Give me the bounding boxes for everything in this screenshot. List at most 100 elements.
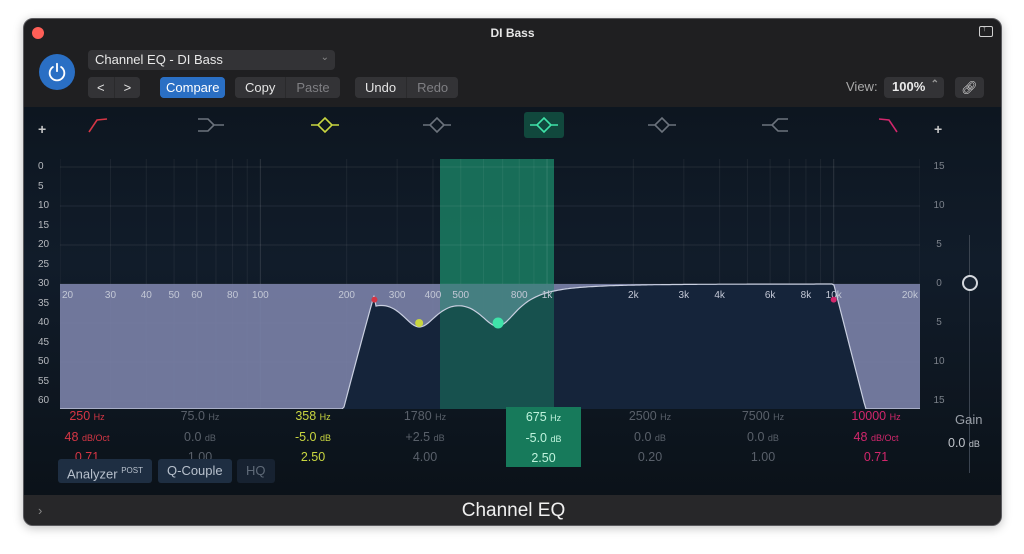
clipboard-group: Copy Paste <box>235 77 340 98</box>
frequency-label: 2k <box>628 290 640 301</box>
link-button[interactable]: 🔗︎ <box>955 77 984 98</box>
frequency-label: 50 <box>169 290 181 301</box>
previous-preset-button[interactable]: < <box>88 77 114 98</box>
db-scale-right-tick: 15 <box>933 161 945 172</box>
power-button[interactable] <box>39 54 75 90</box>
compare-button[interactable]: Compare <box>160 77 226 98</box>
db-scale-right-tick: 0 <box>936 278 942 289</box>
redo-button[interactable]: Redo <box>406 77 459 98</box>
band-gain[interactable]: 0.0 dB <box>718 428 808 449</box>
gain-number: 0.0 <box>948 436 966 450</box>
add-right-icon[interactable]: + <box>934 121 942 137</box>
gain-unit: dB <box>968 439 980 449</box>
db-scale-left-tick: 10 <box>38 200 50 211</box>
frequency-label: 800 <box>511 290 528 301</box>
band-gain[interactable]: 48 dB/Oct <box>831 428 921 449</box>
band-3-params: 358 Hz -5.0 dB 2.50 <box>268 407 358 468</box>
band-6-bell-icon[interactable] <box>642 112 682 138</box>
band-gain[interactable]: 48 dB/Oct <box>42 428 132 449</box>
power-icon <box>48 62 66 82</box>
band-2-low-shelf-icon[interactable] <box>192 112 232 138</box>
gain-label: Gain <box>955 412 983 427</box>
compare-group: Compare <box>160 77 226 98</box>
link-icon: 🔗︎ <box>961 80 978 95</box>
band-q[interactable]: 2.50 <box>268 448 358 468</box>
preset-nav-group: < > <box>88 77 141 98</box>
band-gain[interactable]: 0.0 dB <box>155 428 245 449</box>
history-group: Undo Redo <box>355 77 459 98</box>
band-5-bell-icon[interactable] <box>524 112 564 138</box>
band-7-params: 7500 Hz 0.0 dB 1.00 <box>718 407 808 468</box>
band-4-bell-icon[interactable] <box>417 112 457 138</box>
detach-icon[interactable] <box>979 23 993 37</box>
band-q[interactable]: 1.00 <box>718 448 808 468</box>
band-gain[interactable]: +2.5 dB <box>380 428 470 449</box>
band-q[interactable]: 0.71 <box>831 448 921 468</box>
band-frequency[interactable]: 2500 Hz <box>605 407 695 428</box>
db-scale-left-tick: 0 <box>38 161 44 172</box>
band-frequency[interactable]: 10000 Hz <box>831 407 921 428</box>
frequency-label: 200 <box>338 290 355 301</box>
band-q[interactable]: 2.50 <box>506 449 581 469</box>
frequency-label: 4k <box>714 290 726 301</box>
window-title: DI Bass <box>490 26 535 40</box>
band-6-params: 2500 Hz 0.0 dB 0.20 <box>605 407 695 468</box>
analyzer-button[interactable]: Analyzer POST <box>58 459 152 483</box>
hq-button[interactable]: HQ <box>237 459 275 483</box>
db-scale-left-tick: 30 <box>38 278 50 289</box>
plugin-name: Channel EQ <box>461 500 566 521</box>
frequency-label: 1k <box>542 290 554 301</box>
q-couple-button[interactable]: Q-Couple <box>158 459 232 483</box>
band-gain[interactable]: 0.0 dB <box>605 428 695 449</box>
analyzer-label: Analyzer <box>67 466 118 482</box>
band-1-low-cut-icon[interactable] <box>79 112 119 138</box>
band-frequency[interactable]: 7500 Hz <box>718 407 808 428</box>
db-scale-left-tick: 20 <box>38 239 50 250</box>
band-handle[interactable] <box>830 296 837 303</box>
selected-band-overlay <box>440 284 554 409</box>
gain-value[interactable]: 0.0 dB <box>948 436 980 450</box>
footer-bar: › Channel EQ <box>24 495 1001 525</box>
view-zoom-select[interactable]: 100% ⌃ <box>884 77 944 98</box>
band-handle[interactable] <box>415 319 424 327</box>
frequency-label: 20k <box>902 290 919 301</box>
band-q[interactable]: 4.00 <box>380 448 470 468</box>
band-q[interactable]: 0.20 <box>605 448 695 468</box>
stepper-icon: ⌃ <box>930 79 939 90</box>
band-gain[interactable]: -5.0 dB <box>268 428 358 449</box>
frequency-label: 8k <box>801 290 813 301</box>
next-preset-button[interactable]: > <box>113 77 141 98</box>
band-frequency[interactable]: 1780 Hz <box>380 407 470 428</box>
db-scale-left-tick: 60 <box>38 395 50 406</box>
eq-graph[interactable]: 20 30 40 50 60 80 100 200 300 400 500 800 1k 2k 3k 4k 6k… <box>60 159 920 409</box>
frequency-label: 40 <box>141 290 153 301</box>
frequency-label: 6k <box>765 290 777 301</box>
frequency-label: 300 <box>389 290 406 301</box>
band-handle[interactable] <box>492 317 504 329</box>
frequency-label: 500 <box>452 290 469 301</box>
plugin-window: DI Bass Channel EQ - DI Bass ⌄ < > Compa… <box>23 18 1002 526</box>
preset-dropdown[interactable]: Channel EQ - DI Bass ⌄ <box>88 50 335 70</box>
band-8-high-cut-icon[interactable] <box>867 112 907 138</box>
band-frequency[interactable]: 250 Hz <box>42 407 132 428</box>
band-frequency[interactable]: 358 Hz <box>268 407 358 428</box>
db-scale-left-tick: 50 <box>38 356 50 367</box>
analyzer-mode: POST <box>121 466 143 475</box>
band-7-high-shelf-icon[interactable] <box>754 112 794 138</box>
db-scale-left-tick: 40 <box>38 317 50 328</box>
db-scale-right-tick: 5 <box>936 239 942 250</box>
gain-slider-knob[interactable] <box>962 275 978 291</box>
undo-button[interactable]: Undo <box>355 77 407 98</box>
paste-button[interactable]: Paste <box>285 77 340 98</box>
frequency-label: 100 <box>252 290 269 301</box>
view-zoom-value: 100% <box>892 79 926 94</box>
band-frequency[interactable]: 675 Hz <box>506 408 581 429</box>
band-frequency[interactable]: 75.0 Hz <box>155 407 245 428</box>
band-handle[interactable] <box>371 296 378 303</box>
band-3-bell-icon[interactable] <box>305 112 345 138</box>
db-scale-left-tick: 35 <box>38 297 50 309</box>
copy-button[interactable]: Copy <box>235 77 286 98</box>
band-gain[interactable]: -5.0 dB <box>506 429 581 450</box>
add-left-icon[interactable]: + <box>38 121 46 137</box>
db-scale-left-tick: 45 <box>38 336 50 348</box>
